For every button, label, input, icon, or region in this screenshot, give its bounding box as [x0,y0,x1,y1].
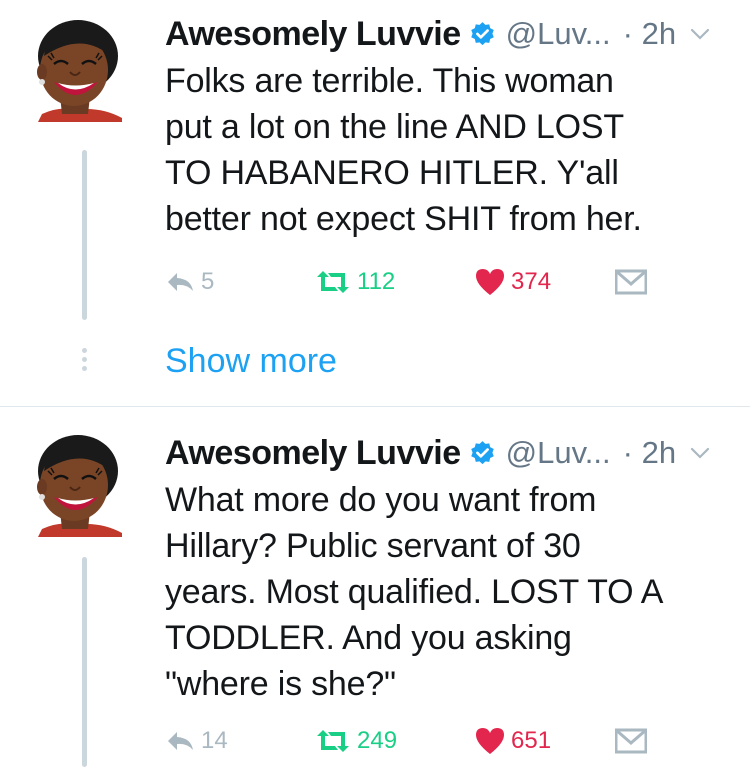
retweet-button[interactable]: 112 [315,262,395,302]
author-handle[interactable]: @Luv... [506,435,611,471]
like-count: 374 [511,268,552,295]
retweet-count: 112 [357,268,396,295]
tweet[interactable]: Awesomely Luvvie @Luv... · 2h What more … [0,407,750,767]
avatar[interactable] [20,14,128,122]
retweet-icon [317,271,349,293]
tweet-time[interactable]: · 2h [623,16,676,52]
tweet-actions: 14 249 651 [165,721,665,761]
heart-icon [476,269,504,295]
direct-message-button[interactable] [615,721,647,761]
tweet-text-line: better not expect SHIT from her. [165,200,642,238]
envelope-icon [615,269,647,295]
tweet[interactable]: Awesomely Luvvie @Luv... · 2h Folks are … [0,0,750,407]
tweet-header: Awesomely Luvvie @Luv... · 2h [165,12,745,56]
verified-badge-icon [470,440,494,464]
reply-icon [168,732,193,750]
tweet-text-line: What more do you want from [165,481,597,519]
tweet-text-line: "where is she?" [165,665,396,703]
thread-dots [82,348,88,375]
tweet-text: What more do you want from Hillary? Publ… [165,477,740,707]
tweet-text-line: put a lot on the line AND LOST [165,108,624,146]
like-count: 651 [511,727,552,754]
like-button[interactable]: 651 [475,721,551,761]
chevron-down-icon[interactable] [690,27,710,41]
tweet-text-line: TO HABANERO HITLER. Y'all [165,154,619,192]
reply-count: 14 [201,727,228,754]
verified-badge-icon [470,21,494,45]
retweet-icon [317,730,349,752]
tweet-header: Awesomely Luvvie @Luv... · 2h [165,431,745,475]
thread-line [82,557,87,767]
tweet-text: Folks are terrible. This woman put a lot… [165,58,740,242]
reply-button[interactable]: 5 [165,262,214,302]
show-more-link[interactable]: Show more [165,342,337,381]
author-name[interactable]: Awesomely Luvvie [165,15,461,54]
tweet-text-line: Hillary? Public servant of 30 [165,527,581,565]
retweet-count: 249 [357,727,398,754]
heart-icon [476,728,504,754]
retweet-button[interactable]: 249 [315,721,397,761]
chevron-down-icon[interactable] [690,446,710,460]
tweet-time[interactable]: · 2h [623,435,676,471]
author-name[interactable]: Awesomely Luvvie [165,434,461,473]
reply-count: 5 [201,268,215,295]
like-button[interactable]: 374 [475,262,551,302]
avatar[interactable] [20,429,128,537]
author-handle[interactable]: @Luv... [506,16,611,52]
tweet-text-line: years. Most qualified. LOST TO A [165,573,664,611]
envelope-icon [615,728,647,754]
thread-line [82,150,87,320]
tweet-actions: 5 112 374 [165,262,665,302]
reply-icon [168,273,193,291]
tweet-text-line: TODDLER. And you asking [165,619,572,657]
reply-button[interactable]: 14 [165,721,228,761]
tweet-text-line: Folks are terrible. This woman [165,62,614,100]
direct-message-button[interactable] [615,262,647,302]
